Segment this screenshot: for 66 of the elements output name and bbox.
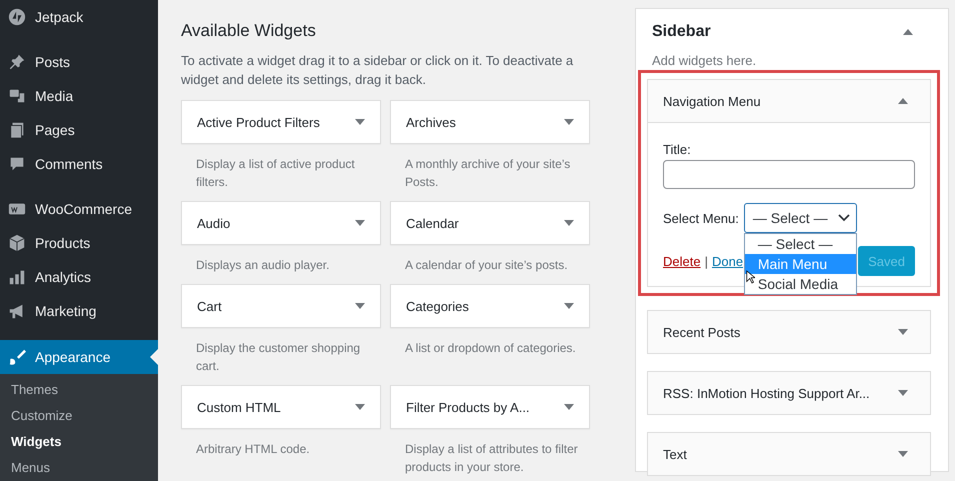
widget-header[interactable]: Active Product Filters <box>181 100 381 144</box>
caret-down-icon <box>355 404 365 410</box>
menu-item[interactable]: Analytics <box>0 260 158 294</box>
submenu-item[interactable]: Themes <box>0 377 158 403</box>
link-separator: | <box>704 254 708 268</box>
bars-icon <box>8 268 26 286</box>
box-icon <box>8 234 26 252</box>
media-icon <box>8 87 26 105</box>
pin-icon <box>8 53 26 71</box>
widget-header[interactable]: Cart <box>181 284 381 328</box>
widget-description: Display a list of active product filters. <box>195 156 356 191</box>
comment-icon <box>8 155 26 173</box>
done-link[interactable]: Done <box>712 254 744 268</box>
brush-icon <box>8 348 26 366</box>
dropdown-option[interactable]: — Select — <box>744 234 856 254</box>
widget-header[interactable]: Custom HTML <box>181 385 381 429</box>
widget-header[interactable]: Calendar <box>390 201 590 245</box>
widget-header[interactable]: Navigation Menu <box>648 80 930 122</box>
widget-header[interactable]: RSS: InMotion Hosting Support Ar... <box>648 372 930 414</box>
caret-down-icon <box>564 220 574 226</box>
submenu-item[interactable]: Menus <box>0 455 158 481</box>
panel-description: Add widgets here. <box>651 52 758 70</box>
widget-header[interactable]: Filter Products by A... <box>390 385 590 429</box>
delete-link[interactable]: Delete <box>663 254 701 268</box>
widget-description: Displays an audio player. <box>195 257 330 274</box>
menu-item[interactable]: Jetpack <box>0 0 158 34</box>
caret-down-icon <box>564 404 574 410</box>
menu-item[interactable]: Media <box>0 79 158 113</box>
widget-header[interactable]: Recent Posts <box>648 311 930 353</box>
caret-down-icon <box>355 303 365 309</box>
menu-item[interactable]: Posts <box>0 45 158 79</box>
widget-header[interactable]: Archives <box>390 100 590 144</box>
widget-description: A monthly archive of your site’s Posts. <box>404 156 572 191</box>
submenu-item[interactable]: Widgets <box>0 429 158 455</box>
dropdown-option[interactable]: Social Media <box>744 274 856 294</box>
widget-header[interactable]: Text <box>648 433 930 475</box>
widget-description: A calendar of your site’s posts. <box>404 257 569 274</box>
current-pointer-icon <box>150 349 158 365</box>
widget-description: Arbitrary HTML code. <box>195 441 311 458</box>
caret-down-icon <box>355 119 365 125</box>
menu-item[interactable]: Pages <box>0 113 158 147</box>
caret-down-icon <box>564 303 574 309</box>
menu-select[interactable]: — Select — <box>744 203 857 233</box>
section-description: To activate a widget drag it to a sidebar or click on it. To deactivate a widget and delete its settings, drag it back. <box>181 52 574 89</box>
title-input-field[interactable] <box>663 160 915 189</box>
widget-header[interactable]: Categories <box>390 284 590 328</box>
section-title: Available Widgets <box>181 21 317 41</box>
widget-description: A list or dropdown of categories. <box>404 340 577 357</box>
field-label: Title: <box>663 142 692 157</box>
menu-item[interactable]: Comments <box>0 147 158 181</box>
jetpack-icon <box>8 8 26 26</box>
caret-up-icon[interactable] <box>903 29 913 35</box>
chevron-down-icon <box>838 214 850 222</box>
field-label: Select Menu: <box>663 210 739 226</box>
menu-item[interactable]: Products <box>0 226 158 260</box>
widget-header[interactable]: Audio <box>181 201 381 245</box>
widget-description: Display a list of attributes to filter products in your store. <box>404 441 579 476</box>
panel-title: Sidebar <box>652 23 711 41</box>
menu-item[interactable]: Marketing <box>0 294 158 328</box>
caret-down-icon <box>355 220 365 226</box>
widget-description: Display the customer shopping cart. <box>195 340 362 375</box>
caret-down-icon <box>564 119 574 125</box>
menu-item[interactable]: Appearance <box>0 340 158 374</box>
menu-item[interactable]: WooCommerce <box>0 192 158 226</box>
pages-icon <box>8 121 26 139</box>
submenu-item[interactable]: Customize <box>0 403 158 429</box>
